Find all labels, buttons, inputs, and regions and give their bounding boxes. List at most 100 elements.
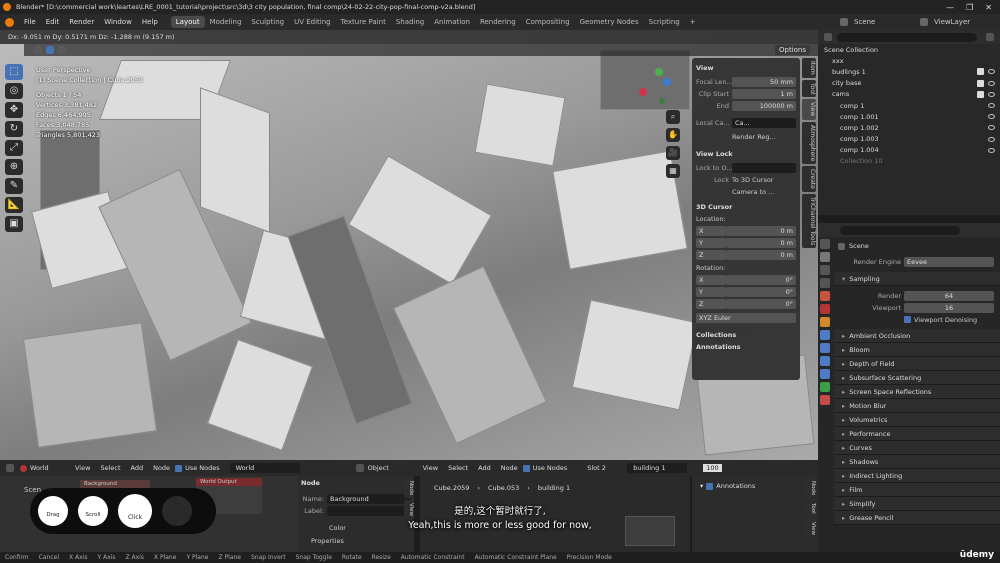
section-shadows[interactable]: ▸ Shadows — [834, 455, 1000, 469]
tab-geometry-nodes[interactable]: Geometry Nodes — [575, 16, 644, 28]
outliner-item[interactable]: Collection 10 — [818, 156, 1000, 167]
eye-icon[interactable] — [988, 69, 995, 75]
viewport-samples-field[interactable]: 16 — [904, 302, 994, 313]
shader-type-dropdown[interactable]: World — [30, 464, 70, 472]
section-motion-blur[interactable]: ▸ Motion Blur — [834, 399, 1000, 413]
use-nodes-checkbox-2[interactable]: Use Nodes — [522, 464, 567, 472]
menu-add-2[interactable]: Add — [473, 464, 496, 472]
outliner-item[interactable]: comp 1 — [818, 100, 1000, 111]
tab-texture-paint[interactable]: Texture Paint — [336, 16, 391, 28]
collections-header[interactable]: Collections — [696, 331, 796, 339]
outliner-item[interactable]: comp 1.002 — [818, 122, 1000, 133]
checkbox-icon[interactable] — [977, 79, 984, 87]
select-mode-icon[interactable] — [58, 46, 66, 54]
tab-view[interactable]: View — [802, 99, 816, 120]
tab-atmosphere[interactable]: Atmosphere — [802, 121, 816, 164]
scene-properties-icon[interactable] — [820, 291, 830, 301]
menu-render[interactable]: Render — [64, 18, 99, 26]
lock-to-object-field[interactable] — [732, 162, 796, 173]
render-engine-dropdown[interactable]: Eevee — [904, 256, 994, 267]
tab-shading[interactable]: Shading — [391, 16, 429, 28]
filter-icon[interactable] — [986, 33, 994, 41]
tab-tool[interactable]: Tool — [802, 79, 816, 98]
render-samples-field[interactable]: 64 — [904, 290, 994, 301]
material-properties-icon[interactable] — [820, 395, 830, 405]
render-properties-icon[interactable] — [820, 252, 830, 262]
tab-sculpting[interactable]: Sculpting — [246, 16, 289, 28]
gizmo-neg-icon[interactable] — [659, 98, 665, 104]
constraint-properties-icon[interactable] — [820, 369, 830, 379]
material-selector[interactable]: building 1 — [627, 463, 688, 473]
tab-animation[interactable]: Animation — [429, 16, 475, 28]
cursor-rotation-z[interactable]: 0° — [726, 298, 796, 309]
rotate-tool-icon[interactable]: ↻ — [5, 121, 23, 137]
outliner-root[interactable]: Scene Collection — [818, 44, 1000, 55]
section-ambient-occlusion[interactable]: ▸ Ambient Occlusion — [834, 329, 1000, 343]
tab-scripting[interactable]: Scripting — [644, 16, 685, 28]
section-curves[interactable]: ▸ Curves — [834, 441, 1000, 455]
section-performance[interactable]: ▸ Performance — [834, 427, 1000, 441]
menu-node-2[interactable]: Node — [496, 464, 523, 472]
cursor-rotation-y[interactable]: 0° — [726, 286, 796, 297]
outliner-item[interactable]: budlings 1 — [818, 66, 1000, 77]
tab-create[interactable]: Create — [802, 165, 816, 192]
node-name-field[interactable]: Background — [327, 493, 411, 504]
add-cube-tool-icon[interactable]: ▣ — [5, 216, 23, 232]
select-mode-icon[interactable] — [46, 46, 54, 54]
clip-end-field[interactable]: 100000 m — [732, 100, 796, 111]
menu-help[interactable]: Help — [137, 18, 163, 26]
menu-edit[interactable]: Edit — [41, 18, 65, 26]
tool-properties-icon[interactable] — [820, 239, 830, 249]
outliner-search-input[interactable] — [837, 32, 977, 42]
outliner-item[interactable]: xxx — [818, 55, 1000, 66]
data-properties-icon[interactable] — [820, 382, 830, 392]
slot-dropdown[interactable]: Slot 2 — [587, 464, 627, 472]
cursor-rotation-x[interactable]: 0° — [726, 274, 796, 285]
editor-type-icon[interactable] — [355, 464, 364, 472]
gizmo-z-icon[interactable] — [639, 88, 647, 96]
eye-icon[interactable] — [988, 147, 995, 153]
object-dropdown[interactable]: Object — [368, 464, 418, 472]
eye-icon[interactable] — [988, 80, 995, 86]
menu-view-2[interactable]: View — [418, 464, 443, 472]
cursor-tool-icon[interactable]: ◎ — [5, 83, 23, 99]
section-volumetrics[interactable]: ▸ Volumetrics — [834, 413, 1000, 427]
pan-icon[interactable]: ✋ — [666, 128, 680, 142]
outliner-item[interactable]: comp 1.004 — [818, 145, 1000, 156]
scale-tool-icon[interactable]: ⤢ — [5, 140, 23, 156]
object-properties-icon[interactable] — [820, 317, 830, 327]
view-lock-header[interactable]: View Lock — [696, 150, 796, 158]
annotations-toggle[interactable]: ▾ Annotations — [692, 476, 818, 496]
world-selector[interactable]: World — [229, 463, 300, 473]
clip-start-field[interactable]: 1 m — [732, 88, 796, 99]
navigation-gizmo[interactable] — [635, 66, 675, 110]
gizmo-x-icon[interactable] — [655, 68, 663, 76]
cursor-location-x[interactable]: 0 m — [726, 225, 796, 236]
local-camera-field[interactable]: Ca... — [732, 117, 796, 128]
outliner-item[interactable]: city base — [818, 78, 1000, 89]
output-properties-icon[interactable] — [820, 265, 830, 275]
tab-compositing[interactable]: Compositing — [521, 16, 575, 28]
tab-node[interactable]: Node — [404, 478, 414, 499]
menu-view[interactable]: View — [70, 464, 95, 472]
camera-to-view-checkbox[interactable]: Camera to ... — [732, 188, 774, 196]
lock-to-cursor-checkbox[interactable]: To 3D Cursor — [732, 176, 773, 184]
menu-window[interactable]: Window — [99, 18, 137, 26]
tab-modeling[interactable]: Modeling — [205, 16, 247, 28]
ortho-toggle-icon[interactable]: ▦ — [666, 164, 680, 178]
tab-trichannel-tools[interactable]: TriChannel Tools — [802, 193, 816, 249]
cursor-location-y[interactable]: 0 m — [726, 237, 796, 248]
modifier-properties-icon[interactable] — [820, 330, 830, 340]
checkbox-icon[interactable] — [977, 68, 984, 76]
eye-icon[interactable] — [988, 125, 995, 131]
zoom-icon[interactable]: ⌕ — [666, 110, 680, 124]
transform-tool-icon[interactable]: ⊕ — [5, 159, 23, 175]
outliner-item[interactable]: comp 1.001 — [818, 111, 1000, 122]
close-icon[interactable]: ✕ — [985, 3, 992, 12]
world-properties-icon[interactable] — [820, 304, 830, 314]
select-tool-icon[interactable]: ⬚ — [5, 64, 23, 80]
focal-length-field[interactable]: 50 mm — [732, 76, 796, 87]
blender-menu-icon[interactable] — [5, 17, 14, 27]
section-depth-of-field[interactable]: ▸ Depth of Field — [834, 357, 1000, 371]
tab-rendering[interactable]: Rendering — [475, 16, 521, 28]
